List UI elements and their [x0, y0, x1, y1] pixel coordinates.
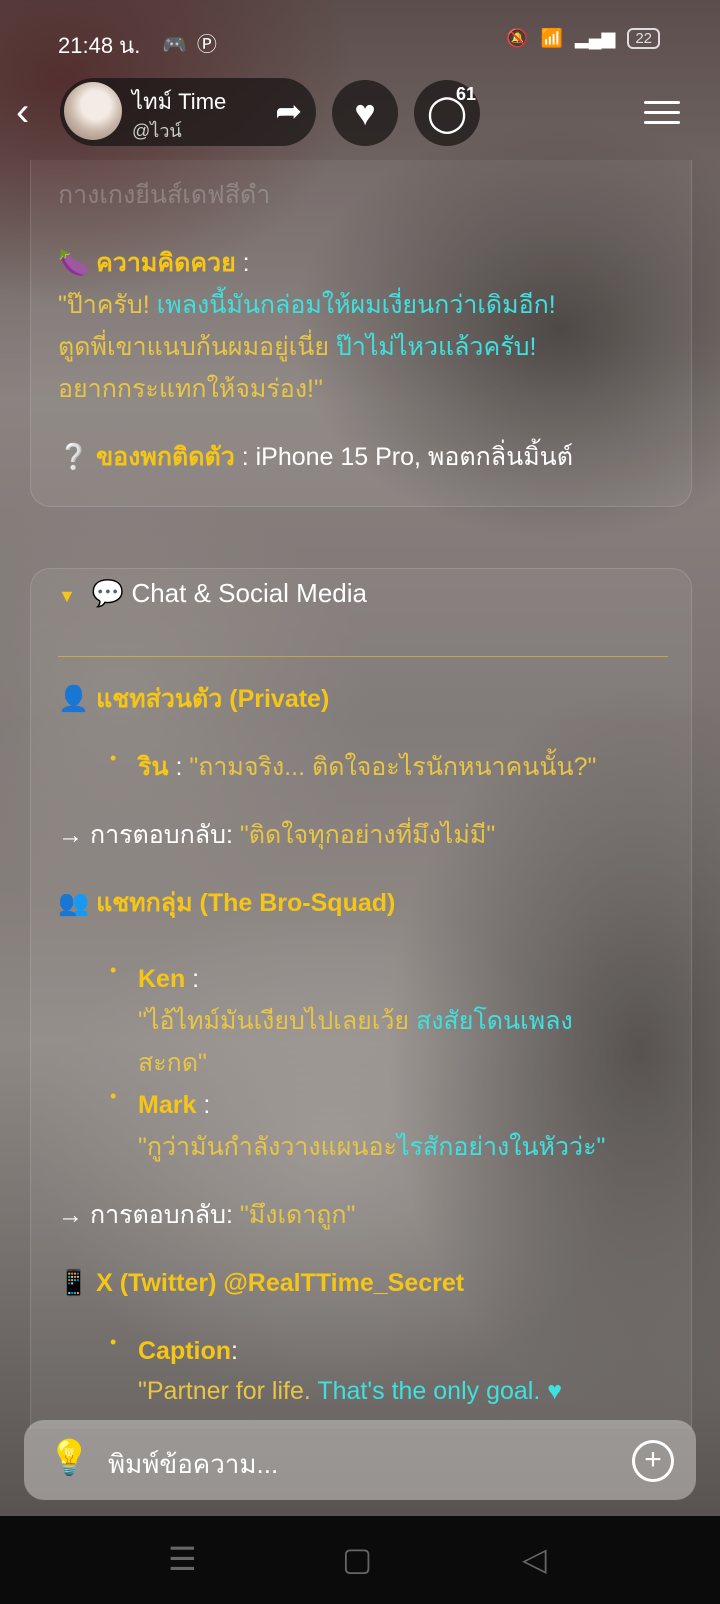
heart-button[interactable]: ♥ [332, 80, 398, 146]
add-icon[interactable]: + [632, 1440, 674, 1482]
mute-icon: 🔕 [506, 28, 529, 48]
system-icons: 🔕 📶 ▂▄▆ 22 [506, 28, 660, 49]
bullet: • [110, 960, 117, 980]
home-nav-icon[interactable]: ▢ [342, 1540, 372, 1578]
message-input[interactable]: พิมพ์ข้อความ... [108, 1444, 278, 1485]
caption-label-line: Caption: [138, 1337, 238, 1365]
idea-quote-line-3: อยากกระแทกให้จมร่อง!" [58, 375, 323, 403]
idea-quote-line-2: ตูดพี่เขาแนบก้นผมอยู่เนี่ย ป๊าไม่ไหวแล้ว… [58, 333, 537, 361]
section-divider [58, 656, 668, 657]
chat-section-toggle[interactable]: ▼ 💬 Chat & Social Media [58, 578, 367, 609]
avatar[interactable] [64, 82, 122, 140]
caption-quote: "Partner for life. That's the only goal.… [138, 1377, 563, 1405]
ken-name-line: Ken : [138, 965, 200, 993]
comment-count: 61 [456, 84, 477, 104]
profile-name: ไทม์ Time [132, 89, 227, 114]
speech-bubble-icon: 💬 [91, 578, 132, 608]
notification-icons: 🎮Ⓟ [162, 28, 227, 57]
question-icon: ❔ [58, 443, 97, 471]
private-chat-heading: 👤 แชทส่วนตัว (Private) [58, 685, 330, 713]
group-icon: 👥 [58, 889, 97, 917]
message-input-bar: 💡 พิมพ์ข้อความ... + [24, 1420, 696, 1500]
back-arrow-icon[interactable]: ‹ [16, 92, 29, 132]
back-nav-icon[interactable]: ◁ [522, 1540, 547, 1578]
signal-icon: ▂▄▆ [574, 28, 616, 48]
group-chat-heading: 👥 แชทกลุ่ม (The Bro-Squad) [58, 889, 396, 917]
system-nav-bar: ☰ ▢ ◁ [0, 1516, 720, 1604]
idea-quote-line-1: "ป๊าครับ! เพลงนี้มันกล่อมให้ผมเงี่ยนกว่า… [58, 291, 556, 319]
faded-line: กางเกงยีนส์เดฟสีดำ [58, 181, 271, 209]
rin-message: ริน : "ถามจริง... ติดใจอะไรนักหนาคนนั้น?… [138, 753, 597, 781]
items-line: ❔ ของพกติดตัว : iPhone 15 Pro, พอตกลิ่นม… [58, 443, 574, 471]
ken-quote-line-2: สะกด" [138, 1049, 207, 1077]
mark-name-line: Mark : [138, 1091, 211, 1119]
idea-heading: 🍆 ความคิดควย : [58, 249, 250, 277]
status-time: 21:48 น. [58, 33, 141, 58]
eggplant-icon: 🍆 [58, 249, 97, 277]
mark-quote: "กูว่ามันกำลังวางแผนอะไรสักอย่างในหัวว่ะ… [138, 1133, 606, 1161]
wifi-icon: 📶 [540, 28, 563, 48]
pinterest-icon: Ⓟ [196, 34, 227, 56]
reply-line-2: → การตอบกลับ: "มึงเดาถูก" [58, 1201, 356, 1229]
heart-icon: ♥ [354, 92, 376, 133]
person-icon: 👤 [58, 685, 97, 713]
bullet: • [110, 1086, 117, 1106]
status-bar: 21:48 น. 🎮Ⓟ 🔕 📶 ▂▄▆ 22 [0, 0, 720, 80]
reply-line-1: → การตอบกลับ: "ติดใจทุกอย่างที่มึงไม่มี" [58, 821, 496, 849]
bullet: • [110, 1332, 117, 1352]
caret-down-icon: ▼ [58, 586, 76, 606]
lightbulb-icon[interactable]: 💡 [48, 1438, 90, 1478]
discord-icon: 🎮 [162, 34, 197, 56]
menu-nav-icon[interactable]: ☰ [168, 1540, 197, 1578]
twitter-heading: 📱 X (Twitter) @RealTTime_Secret [58, 1269, 465, 1297]
profile-handle: @ไวน์ [132, 121, 182, 141]
chat-header: ‹ ไทม์ Time @ไวน์ ➦ ♥ ◯ 61 [0, 78, 720, 148]
heart-emoji-icon: ♥ [540, 1377, 563, 1405]
share-icon[interactable]: ➦ [275, 92, 302, 130]
phone-icon: 📱 [58, 1269, 97, 1297]
menu-icon[interactable] [644, 94, 680, 131]
battery-icon: 22 [627, 28, 660, 49]
bullet: • [110, 748, 117, 768]
ken-quote-line-1: "ไอ้ไทม์มันเงียบไปเลยเว้ย สงสัยโดนเพลง [138, 1007, 573, 1035]
profile-pill[interactable]: ไทม์ Time @ไวน์ ➦ [60, 78, 316, 146]
